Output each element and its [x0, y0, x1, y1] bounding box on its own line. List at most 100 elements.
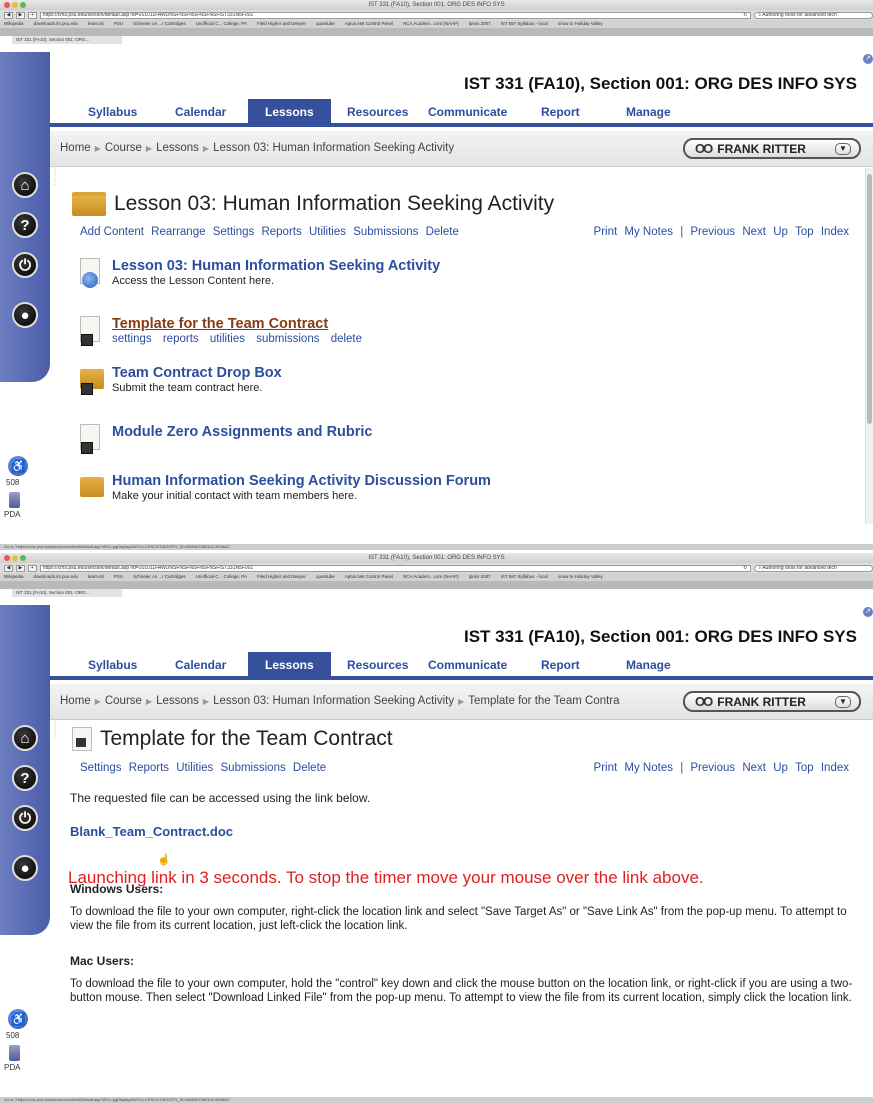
zoom-icon[interactable] — [20, 555, 26, 561]
file-download-link[interactable]: Blank_Team_Contract.doc — [70, 824, 233, 839]
home-button[interactable]: ⌂ — [4, 170, 46, 200]
drag-grip-icon[interactable]: ⋮ ⋮ ⋮ — [52, 721, 58, 739]
item-settings-link[interactable]: settings — [112, 333, 152, 345]
bookmark-item[interactable]: quantube — [316, 20, 335, 28]
top-link[interactable]: Top — [795, 226, 814, 238]
page-curl-icon[interactable]: ↗ — [863, 54, 873, 64]
help-button[interactable]: ? — [4, 210, 46, 240]
next-link[interactable]: Next — [742, 762, 766, 774]
previous-link[interactable]: Previous — [690, 226, 735, 238]
search-field[interactable]: ⌕ Authoring tools for advanced tech — [754, 564, 873, 572]
close-icon[interactable] — [4, 2, 10, 8]
nav-lessons[interactable]: Lessons — [248, 652, 331, 676]
page-curl-icon[interactable]: ↗ — [863, 607, 873, 617]
bookmark-item[interactable]: learn.ist — [88, 573, 104, 581]
nav-report[interactable]: Report — [541, 105, 580, 119]
zoom-icon[interactable] — [20, 2, 26, 8]
bookmark-item[interactable]: Unofficial C... College, PA — [196, 573, 247, 581]
accessibility-icon[interactable]: ♿ — [8, 1009, 28, 1029]
nav-report[interactable]: Report — [541, 658, 580, 672]
action-submissions[interactable]: Submissions — [353, 226, 418, 238]
bookmark-item[interactable]: Filed Higher and Deeper — [257, 573, 306, 581]
bookmark-item[interactable]: Aptus.Net Control Panel — [345, 573, 393, 581]
item-title-link[interactable]: Team Contract Drop Box — [112, 365, 282, 381]
item-title-link[interactable]: Lesson 03: Human Information Seeking Act… — [112, 258, 440, 274]
bookmark-item[interactable]: IST 597 Syllabus - local — [501, 573, 548, 581]
action-rearrange[interactable]: Rearrange — [151, 226, 205, 238]
pda-icon[interactable] — [9, 1045, 20, 1061]
bookmark-item[interactable]: PSU — [114, 573, 123, 581]
action-settings[interactable]: Settings — [80, 762, 122, 774]
minimize-icon[interactable] — [12, 2, 18, 8]
action-add-content[interactable]: Add Content — [80, 226, 144, 238]
action-delete[interactable]: Delete — [293, 762, 326, 774]
nav-lessons[interactable]: Lessons — [248, 99, 331, 123]
nav-communicate[interactable]: Communicate — [428, 105, 507, 119]
search-field[interactable]: ⌕ Authoring tools for advanced tech — [754, 11, 873, 19]
item-title-link[interactable]: Template for the Team Contract — [112, 316, 370, 332]
bookmark-item[interactable]: quantube — [316, 573, 335, 581]
bookmark-item[interactable]: Ipmis 2007 — [469, 573, 491, 581]
breadcrumb-home[interactable]: Home — [60, 142, 91, 154]
nav-syllabus[interactable]: Syllabus — [88, 105, 137, 119]
item-title-link[interactable]: Module Zero Assignments and Rubric — [112, 424, 373, 440]
item-delete-link[interactable]: delete — [331, 333, 362, 345]
address-field[interactable]: https://cms.psu.edu/section/default.asp?… — [39, 11, 752, 19]
profile-button[interactable]: ● — [4, 300, 46, 330]
forward-button[interactable]: ▶ — [15, 564, 25, 572]
bookmark-item[interactable]: Wikipedia — [4, 573, 24, 581]
print-link[interactable]: Print — [594, 762, 618, 774]
item-submissions-link[interactable]: submissions — [256, 333, 319, 345]
add-bookmark-button[interactable]: + — [27, 11, 37, 19]
action-delete[interactable]: Delete — [426, 226, 459, 238]
drag-grip-icon[interactable]: ⋮ ⋮ ⋮ — [52, 168, 58, 186]
nav-resources[interactable]: Resources — [347, 105, 408, 119]
user-menu-button[interactable]: OO FRANK RITTER ▼ — [683, 138, 861, 159]
bookmark-item[interactable]: Ipmis 2007 — [469, 20, 491, 28]
breadcrumb-home[interactable]: Home — [60, 695, 91, 707]
print-link[interactable]: Print — [594, 226, 618, 238]
nav-syllabus[interactable]: Syllabus — [88, 658, 137, 672]
breadcrumb-course[interactable]: Course — [105, 142, 142, 154]
my-notes-link[interactable]: My Notes — [624, 226, 673, 238]
bookmark-item[interactable]: snow to Holiday Valley — [558, 573, 603, 581]
index-link[interactable]: Index — [821, 226, 849, 238]
logout-button[interactable]: ⏻ — [4, 250, 46, 280]
nav-calendar[interactable]: Calendar — [175, 105, 226, 119]
address-field[interactable]: https://cms.psu.edu/section/default.asp?… — [39, 564, 752, 572]
bookmark-item[interactable]: Aptus.Net Control Panel — [345, 20, 393, 28]
bookmark-item[interactable]: downloads.its.psu.edu — [34, 20, 79, 28]
minimize-icon[interactable] — [12, 555, 18, 561]
action-utilities[interactable]: Utilities — [309, 226, 346, 238]
bookmark-item[interactable]: snow to Holiday Valley — [558, 20, 603, 28]
add-bookmark-button[interactable]: + — [27, 564, 37, 572]
breadcrumb-lesson[interactable]: Lesson 03: Human Information Seeking Act… — [213, 695, 454, 707]
window-controls[interactable] — [4, 555, 26, 561]
action-reports[interactable]: Reports — [129, 762, 169, 774]
close-icon[interactable] — [4, 555, 10, 561]
bookmark-item[interactable]: Schneier on ...r Cartridges — [133, 573, 186, 581]
breadcrumb-lessons[interactable]: Lessons — [156, 142, 199, 154]
item-reports-link[interactable]: reports — [163, 333, 199, 345]
back-button[interactable]: ◀ — [4, 11, 13, 19]
reload-icon[interactable]: ↻ — [743, 566, 747, 571]
item-title-link[interactable]: Human Information Seeking Activity Discu… — [112, 473, 491, 489]
next-link[interactable]: Next — [742, 226, 766, 238]
scrollbar[interactable] — [865, 168, 873, 524]
logout-button[interactable]: ⏻ — [4, 803, 46, 833]
nav-communicate[interactable]: Communicate — [428, 658, 507, 672]
breadcrumb-lessons[interactable]: Lessons — [156, 695, 199, 707]
bookmark-item[interactable]: Unofficial C... College, PA — [196, 20, 247, 28]
action-submissions[interactable]: Submissions — [221, 762, 286, 774]
top-link[interactable]: Top — [795, 762, 814, 774]
nav-resources[interactable]: Resources — [347, 658, 408, 672]
previous-link[interactable]: Previous — [690, 762, 735, 774]
action-utilities[interactable]: Utilities — [176, 762, 213, 774]
action-reports[interactable]: Reports — [261, 226, 301, 238]
scrollbar-thumb[interactable] — [867, 174, 872, 424]
user-menu-button[interactable]: OO FRANK RITTER ▼ — [683, 691, 861, 712]
bookmark-item[interactable]: PSU — [114, 20, 123, 28]
accessibility-icon[interactable]: ♿ — [8, 456, 28, 476]
action-settings[interactable]: Settings — [213, 226, 255, 238]
browser-tab[interactable]: IST 331 (FA10), Section 001: ORG... — [12, 589, 122, 597]
